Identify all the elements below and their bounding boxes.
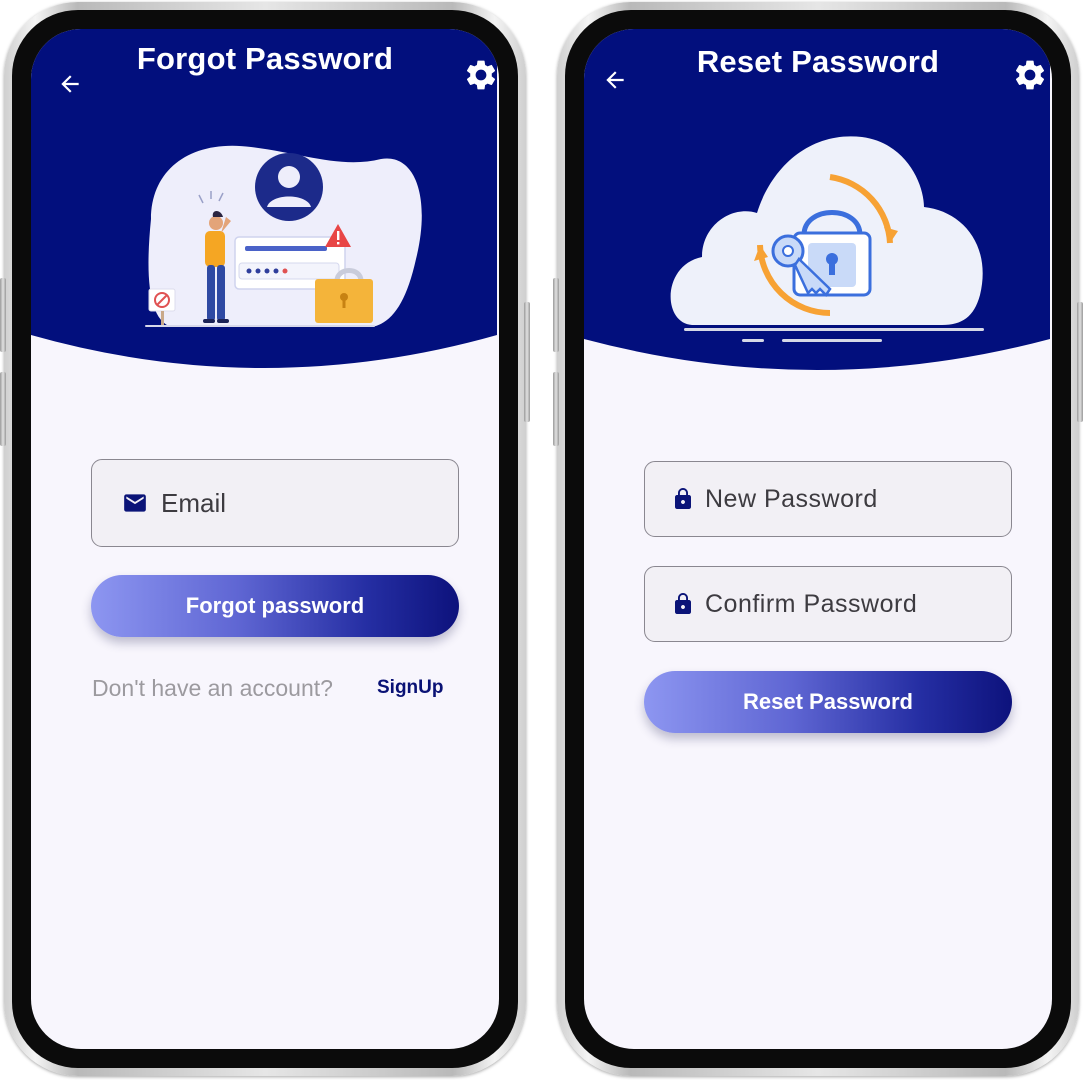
new-password-field[interactable] xyxy=(644,461,1012,537)
reset-password-button[interactable]: Reset Password xyxy=(644,671,1012,733)
email-field[interactable] xyxy=(91,459,459,547)
phone-side-button xyxy=(553,372,559,446)
settings-button[interactable] xyxy=(1010,55,1050,95)
phone-side-button xyxy=(553,278,559,352)
phone-side-button xyxy=(524,302,530,422)
phone-frame-forgot: Forgot Password Email Forgot password Do… xyxy=(0,2,530,1076)
gear-icon xyxy=(1015,60,1045,90)
signup-prompt: Don't have an account? xyxy=(92,675,333,701)
gear-icon xyxy=(466,60,496,90)
phone-bezel: Forgot Password Email Forgot password Do… xyxy=(12,10,518,1068)
email-input[interactable] xyxy=(159,486,458,520)
mail-icon xyxy=(124,494,146,512)
reset-password-screen: Reset Password Reset Password xyxy=(584,29,1052,1049)
lock-icon xyxy=(675,488,691,509)
new-password-input[interactable] xyxy=(703,483,1011,515)
confirm-password-field[interactable] xyxy=(644,566,1012,642)
phone-frame-reset: Reset Password Reset Password xyxy=(553,2,1083,1076)
page-title: Reset Password xyxy=(696,44,940,79)
phone-bezel: Reset Password Reset Password xyxy=(565,10,1071,1068)
signup-link[interactable]: SignUp xyxy=(377,677,444,699)
settings-button[interactable] xyxy=(461,55,499,95)
forgot-password-button[interactable]: Forgot password xyxy=(91,575,459,637)
page-title: Forgot Password xyxy=(136,41,394,76)
phone-side-button xyxy=(0,278,6,352)
forgot-password-illustration xyxy=(145,145,422,327)
forgot-password-screen: Forgot Password Email Forgot password Do… xyxy=(31,29,499,1049)
phone-side-button xyxy=(1077,302,1083,422)
confirm-password-input[interactable] xyxy=(703,588,1011,620)
phone-side-button xyxy=(0,372,6,446)
reset-lock-illustration xyxy=(670,136,984,342)
lock-icon xyxy=(675,593,691,614)
